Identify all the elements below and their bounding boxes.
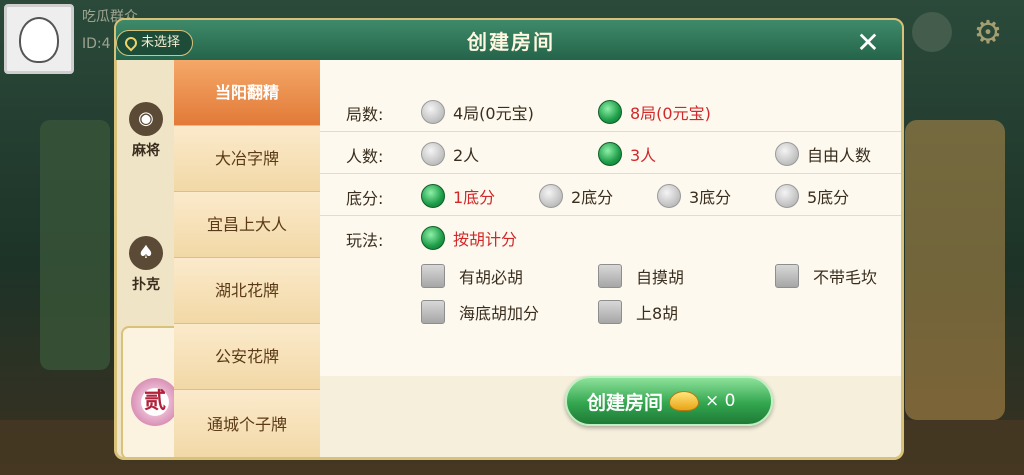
- players-label: 人数:: [346, 147, 384, 166]
- radio-icon: [421, 100, 445, 124]
- radio-selected-icon: [421, 226, 445, 250]
- option-label: 3底分: [689, 188, 732, 207]
- base-option-1[interactable]: 1底分: [421, 182, 495, 210]
- base-option-5[interactable]: 5底分: [775, 182, 849, 210]
- radio-selected-icon: [598, 100, 622, 124]
- extra-must-hu[interactable]: 有胡必胡: [421, 262, 523, 290]
- players-option-2[interactable]: 2人: [421, 140, 479, 168]
- category-label: 麻将: [132, 143, 160, 159]
- dialog-titlebar: 创建房间 未选择 ✕: [114, 18, 904, 62]
- avatar-face-icon: [19, 17, 59, 63]
- extra-haidi-bonus[interactable]: 海底胡加分: [421, 298, 539, 326]
- lobby-decoration-right: [905, 120, 1005, 420]
- option-label: 2底分: [571, 188, 614, 207]
- option-label: 5底分: [807, 188, 850, 207]
- option-label: 1底分: [453, 188, 496, 207]
- create-room-dialog: 创建房间 未选择 ✕ ◉ 麻将 ♠ 扑克 贰 当阳翻精 大冶字牌 宜昌上大人 湖…: [114, 18, 904, 463]
- checkbox-icon: [598, 300, 622, 324]
- checkbox-icon: [598, 264, 622, 288]
- game-item-dangyang[interactable]: 当阳翻精: [174, 60, 320, 126]
- option-label: 8局(0元宝): [630, 104, 711, 123]
- option-label: 自摸胡: [636, 268, 685, 287]
- category-poker[interactable]: ♠ 扑克: [121, 236, 171, 294]
- extra-no-maokan[interactable]: 不带毛坎: [775, 262, 877, 290]
- option-label: 3人: [630, 146, 657, 165]
- radio-icon: [657, 184, 681, 208]
- player-id: ID:4: [82, 36, 111, 52]
- checkbox-icon: [421, 264, 445, 288]
- gold-ingot-icon: [669, 391, 700, 411]
- close-icon[interactable]: ✕: [844, 24, 892, 64]
- checkbox-icon: [775, 264, 799, 288]
- option-label: 2人: [453, 146, 480, 165]
- option-label: 自由人数: [807, 146, 872, 165]
- create-room-label: 创建房间: [587, 391, 664, 414]
- option-label: 4局(0元宝): [453, 104, 534, 123]
- location-pin-icon: [122, 34, 140, 52]
- option-label: 海底胡加分: [459, 304, 540, 323]
- radio-icon: [775, 142, 799, 166]
- gear-icon[interactable]: ⚙: [968, 12, 1008, 52]
- option-label: 按胡计分: [453, 230, 518, 249]
- extra-up-8-hu[interactable]: 上8胡: [598, 298, 678, 326]
- rounds-label: 局数:: [346, 105, 384, 124]
- rounds-row: 局数: 4局(0元宝) 8局(0元宝): [320, 92, 901, 132]
- lobby-decoration-left: [40, 120, 110, 370]
- dialog-panel: ◉ 麻将 ♠ 扑克 贰 当阳翻精 大冶字牌 宜昌上大人 湖北花牌 公安花牌 通城…: [114, 60, 904, 460]
- checkbox-icon: [421, 300, 445, 324]
- game-list: 当阳翻精 大冶字牌 宜昌上大人 湖北花牌 公安花牌 通城个子牌: [174, 60, 320, 457]
- radio-selected-icon: [421, 184, 445, 208]
- base-score-label: 底分:: [346, 189, 384, 208]
- player-avatar[interactable]: [4, 4, 74, 74]
- game-item-hubei[interactable]: 湖北花牌: [174, 258, 320, 324]
- category-mahjong[interactable]: ◉ 麻将: [121, 102, 171, 160]
- players-option-3[interactable]: 3人: [598, 140, 656, 168]
- base-score-row: 底分: 1底分 2底分 3底分 5底分: [320, 176, 901, 216]
- play-option-scoring[interactable]: 按胡计分: [421, 224, 517, 252]
- game-item-yichang[interactable]: 宜昌上大人: [174, 192, 320, 258]
- game-item-tongcheng[interactable]: 通城个子牌: [174, 390, 320, 457]
- extra-self-draw[interactable]: 自摸胡: [598, 262, 684, 290]
- rounds-option-4[interactable]: 4局(0元宝): [421, 98, 534, 126]
- option-label: 有胡必胡: [459, 268, 524, 287]
- base-option-3[interactable]: 3底分: [657, 182, 731, 210]
- mountain-icon[interactable]: [912, 12, 952, 52]
- game-item-gongan[interactable]: 公安花牌: [174, 324, 320, 390]
- spade-icon: ♠: [129, 236, 163, 270]
- category-sidebar: ◉ 麻将 ♠ 扑克 贰: [117, 60, 183, 457]
- location-label: 未选择: [141, 35, 181, 50]
- er-badge-icon: 贰: [131, 378, 179, 426]
- players-row: 人数: 2人 3人 自由人数: [320, 134, 901, 174]
- rounds-option-8[interactable]: 8局(0元宝): [598, 98, 711, 126]
- game-item-daye[interactable]: 大冶字牌: [174, 126, 320, 192]
- mahjong-tile-icon: ◉: [129, 102, 163, 136]
- radio-icon: [539, 184, 563, 208]
- radio-selected-icon: [598, 142, 622, 166]
- location-selector[interactable]: 未选择: [116, 30, 194, 56]
- create-room-button[interactable]: 创建房间 × 0: [565, 376, 773, 426]
- radio-icon: [421, 142, 445, 166]
- play-rules-label: 玩法:: [346, 231, 384, 250]
- category-label: 扑克: [132, 277, 160, 293]
- play-rules-row: 玩法: 按胡计分 有胡必胡 自摸胡 不带毛坎 海底胡加分 上8胡: [320, 218, 901, 378]
- base-option-2[interactable]: 2底分: [539, 182, 613, 210]
- players-option-free[interactable]: 自由人数: [775, 140, 871, 168]
- option-label: 不带毛坎: [813, 268, 878, 287]
- radio-icon: [775, 184, 799, 208]
- dialog-title: 创建房间: [467, 30, 555, 54]
- create-room-cost: × 0: [705, 391, 736, 411]
- option-label: 上8胡: [636, 304, 679, 323]
